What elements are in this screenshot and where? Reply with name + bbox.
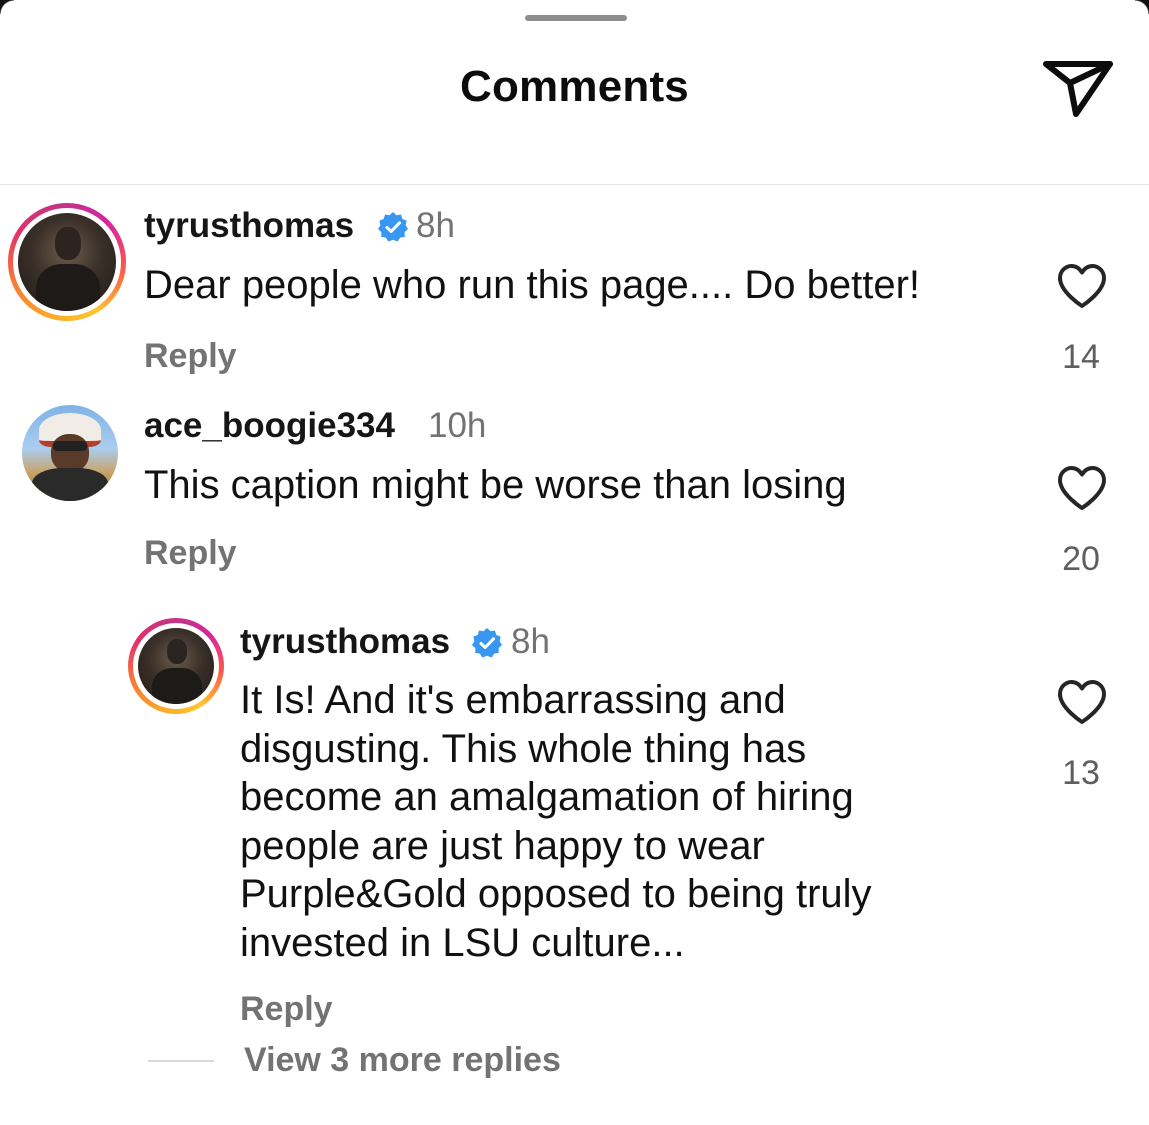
avatar[interactable] xyxy=(22,405,118,501)
reply-text-line: become an amalgamation of hiring xyxy=(240,775,854,819)
reply-text-line: invested in LSU culture... xyxy=(240,920,685,965)
view-replies-line xyxy=(148,1060,214,1062)
like-count: 14 xyxy=(1062,338,1100,376)
page-title: Comments xyxy=(460,62,689,111)
comment-time: 10h xyxy=(428,406,487,445)
sheet-corner-right xyxy=(1135,0,1149,14)
verified-badge-icon xyxy=(378,212,408,242)
heart-icon xyxy=(1058,466,1106,510)
reply-button[interactable]: Reply xyxy=(144,337,237,376)
heart-icon xyxy=(1058,264,1106,308)
like-button[interactable] xyxy=(1056,678,1108,726)
reply-text: It Is! And it's embarrassing and disgust… xyxy=(240,676,1020,967)
share-button[interactable] xyxy=(1036,52,1120,122)
reply-text-line: It Is! And it's embarrassing and xyxy=(240,678,786,722)
sheet-corner-left xyxy=(0,0,14,14)
reply-time: 8h xyxy=(511,622,550,661)
like-button[interactable] xyxy=(1056,262,1108,310)
reply-button[interactable]: Reply xyxy=(144,534,237,573)
reply-text-line: disgusting. This whole thing has xyxy=(240,726,807,771)
comment-username[interactable]: ace_boogie334 xyxy=(144,406,395,446)
like-button[interactable] xyxy=(1056,464,1108,512)
reply-text-line: people are just happy to wear xyxy=(240,823,765,868)
avatar[interactable] xyxy=(128,618,224,714)
like-count: 13 xyxy=(1062,754,1100,792)
reply-text-line: Purple&Gold opposed to being truly xyxy=(240,872,872,916)
heart-icon xyxy=(1058,680,1106,724)
paper-plane-icon xyxy=(1043,61,1113,117)
comment-text: This caption might be worse than losing xyxy=(144,463,847,507)
comment-time: 8h xyxy=(416,206,455,245)
reply-username[interactable]: tyrusthomas xyxy=(240,622,450,662)
comment-text: Dear people who run this page.... Do bet… xyxy=(144,263,921,307)
view-more-replies-button[interactable]: View 3 more replies xyxy=(244,1041,561,1080)
avatar[interactable] xyxy=(8,203,126,321)
reply-button[interactable]: Reply xyxy=(240,990,333,1029)
like-count: 20 xyxy=(1062,540,1100,578)
comments-sheet: Comments tyrusthomas 8h Dear people who … xyxy=(0,0,1149,1125)
header-divider xyxy=(0,184,1149,185)
verified-badge-icon xyxy=(472,628,502,658)
drag-handle[interactable] xyxy=(525,15,627,21)
comment-username[interactable]: tyrusthomas xyxy=(144,206,354,246)
